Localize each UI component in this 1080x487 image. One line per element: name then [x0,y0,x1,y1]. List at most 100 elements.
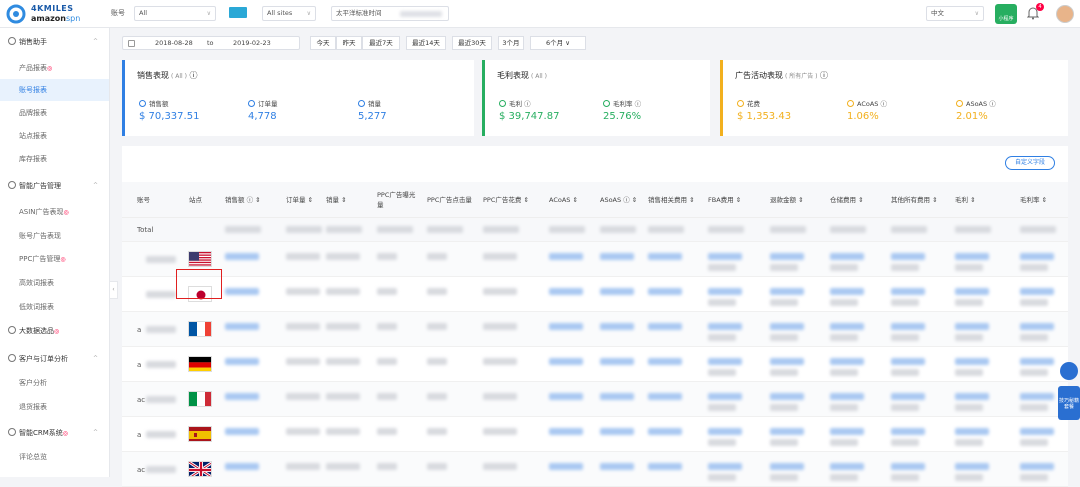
account-name[interactable]: a [137,431,141,439]
avatar[interactable] [1056,5,1074,23]
row-cell[interactable] [891,358,925,365]
table-row[interactable] [122,277,1068,312]
sidebar-item-account-report[interactable]: 账号报表 [0,79,109,101]
row-cell[interactable] [648,323,682,330]
sidebar-item-inefficient-words[interactable]: 低效词报表 [0,296,109,318]
language-select[interactable]: 中文∨ [926,6,984,21]
row-cell[interactable] [891,288,925,295]
row-cell[interactable] [648,253,682,260]
sidebar-item-site-report[interactable]: 站点报表 [0,125,109,147]
row-cell[interactable] [830,358,864,365]
row-cell[interactable] [1020,463,1054,470]
row-cell[interactable] [600,463,634,470]
sidebar-item-inventory-report[interactable]: 库存报表 [0,148,109,170]
col-orders[interactable]: 订单量 ⇕ [286,182,313,218]
row-cell[interactable] [891,428,925,435]
row-cell[interactable] [955,323,989,330]
row-cell[interactable] [830,393,864,400]
sidebar-group-customer[interactable]: 客户与订单分析^ [8,353,104,365]
row-cell[interactable] [600,358,634,365]
row-cell[interactable] [955,393,989,400]
sidebar-collapse-button[interactable]: ‹ [110,281,118,299]
account-name[interactable]: a [137,361,141,369]
row-cell[interactable] [549,253,583,260]
row-cell[interactable] [830,428,864,435]
col-other-fees[interactable]: 其他所有费用 ⇕ [891,182,938,218]
row-cell[interactable] [955,358,989,365]
table-row[interactable]: a [122,347,1068,382]
row-cell[interactable] [225,323,259,330]
row-cell[interactable] [955,288,989,295]
row-cell[interactable] [600,428,634,435]
row-cell[interactable] [1020,253,1054,260]
sidebar-item-asin-ads[interactable]: ASIN广告表现◎ [0,201,109,223]
row-cell[interactable] [891,323,925,330]
quick-14days[interactable]: 最近14天 [406,36,446,50]
row-cell[interactable] [770,463,804,470]
quick-30days[interactable]: 最近30天 [452,36,492,50]
account-name[interactable]: ac [137,466,145,474]
row-cell[interactable] [648,288,682,295]
row-cell[interactable] [770,393,804,400]
row-cell[interactable] [770,253,804,260]
account-select[interactable]: All∨ [134,6,216,21]
row-cell[interactable] [1020,393,1054,400]
row-cell[interactable] [830,288,864,295]
row-cell[interactable] [708,253,742,260]
quick-today[interactable]: 今天 [310,36,336,50]
sidebar-item-reviews[interactable]: 评论总览 [0,446,109,468]
row-cell[interactable] [891,253,925,260]
table-row[interactable]: a [122,312,1068,347]
row-cell[interactable] [891,463,925,470]
row-cell[interactable] [549,323,583,330]
row-cell[interactable] [830,253,864,260]
col-ppc-clicks[interactable]: PPC广告点击量 [427,182,473,218]
quick-3months[interactable]: 3个月 [498,36,524,50]
row-cell[interactable] [770,358,804,365]
row-cell[interactable] [1020,358,1054,365]
row-cell[interactable] [708,428,742,435]
col-fba-fees[interactable]: FBA费用 ⇕ [708,182,741,218]
account-name[interactable]: a [137,326,141,334]
quick-yesterday[interactable]: 昨天 [336,36,362,50]
site-select[interactable]: All sites∨ [262,6,316,21]
row-cell[interactable] [708,288,742,295]
col-asoas[interactable]: ASoAS ⓘ ⇕ [600,182,637,218]
row-cell[interactable] [225,463,259,470]
row-cell[interactable] [891,393,925,400]
row-cell[interactable] [648,393,682,400]
row-cell[interactable] [708,323,742,330]
row-cell[interactable] [225,358,259,365]
col-refunds[interactable]: 退款金额 ⇕ [770,182,804,218]
chat-icon[interactable] [1060,362,1078,380]
sidebar-item-ppc-manage[interactable]: PPC广告管理◎ [0,248,109,270]
timezone-select[interactable]: 太平洋标准时间 [331,6,449,21]
sidebar-group-ads[interactable]: 智能广告管理^ [8,180,104,192]
logo[interactable]: 4KMILES amazonspn [6,2,106,26]
row-cell[interactable] [1020,323,1054,330]
floating-help-panel[interactable]: 技巧秘籍套餐 [1058,362,1080,422]
mini-program-button[interactable]: 小程序 [995,4,1017,24]
sidebar-item-efficient-words[interactable]: 高效词报表 [0,272,109,294]
table-row[interactable]: ac [122,452,1068,487]
sidebar-group-bigdata[interactable]: 大数据选品◎ [8,325,104,337]
row-cell[interactable] [1020,288,1054,295]
sidebar-item-returns[interactable]: 退货报表 [0,396,109,418]
row-cell[interactable] [648,428,682,435]
col-ppc-spend[interactable]: PPC广告花费 ⇕ [483,182,529,218]
row-cell[interactable] [600,323,634,330]
row-cell[interactable] [549,463,583,470]
row-cell[interactable] [708,393,742,400]
col-sales-fees[interactable]: 销售相关费用 ⇕ [648,182,695,218]
sidebar-item-brand-report[interactable]: 品牌报表 [0,102,109,124]
row-cell[interactable] [225,288,259,295]
row-cell[interactable] [600,253,634,260]
custom-fields-button[interactable]: 自定义字段 [1005,156,1055,170]
row-cell[interactable] [600,393,634,400]
row-cell[interactable] [549,393,583,400]
row-cell[interactable] [225,253,259,260]
row-cell[interactable] [549,428,583,435]
sidebar-group-crm[interactable]: 智能CRM系统◎^ [8,427,104,439]
quick-7days[interactable]: 最近7天 [362,36,400,50]
table-row[interactable]: ac [122,382,1068,417]
